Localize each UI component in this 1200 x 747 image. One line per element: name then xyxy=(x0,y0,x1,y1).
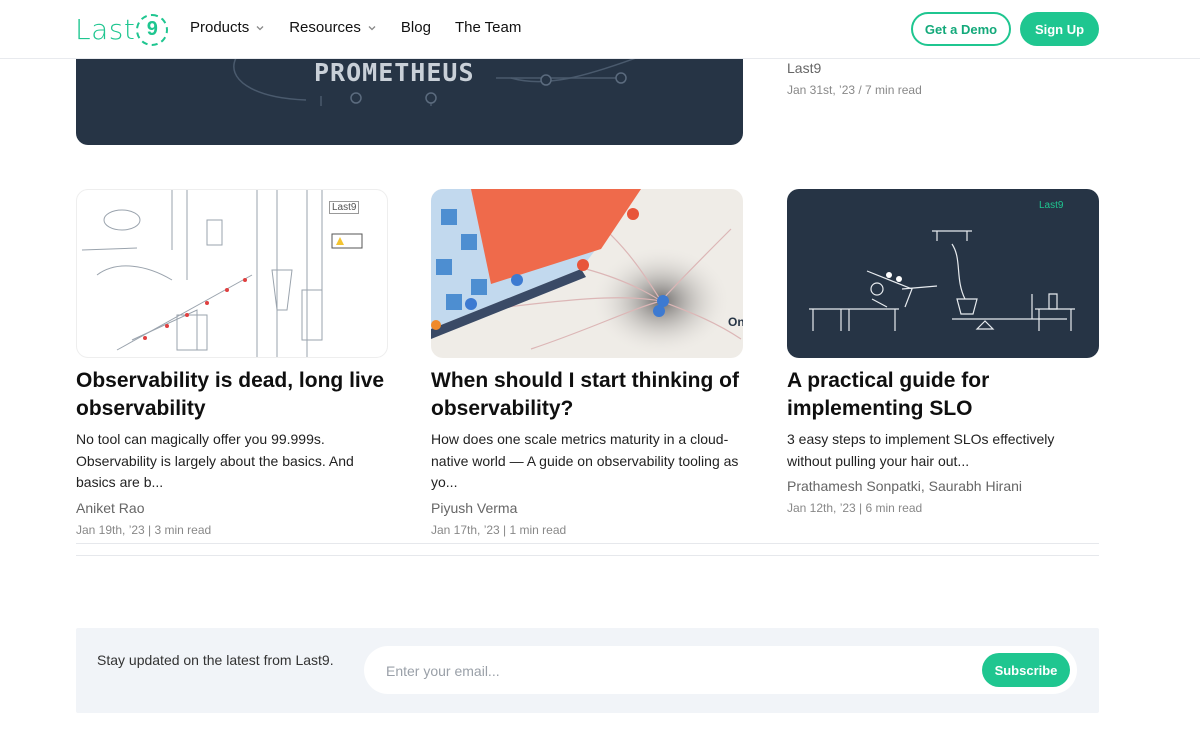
image-badge: Last9 xyxy=(329,201,360,214)
nav-label: The Team xyxy=(454,19,522,36)
post-meta: Jan 31st, ’23 / 7 min read xyxy=(787,83,922,97)
post-excerpt: How does one scale metrics maturity in a… xyxy=(431,431,739,490)
post-image[interactable]: Last9 xyxy=(76,189,388,358)
post-excerpt: 3 easy steps to implement SLOs effective… xyxy=(787,431,1055,469)
post-author[interactable]: Piyush Verma xyxy=(431,500,743,516)
logo-digit: 9 xyxy=(136,13,169,46)
top-post-image[interactable]: PROMETHEUS xyxy=(76,58,743,145)
nav-item-blog[interactable]: Blog xyxy=(401,19,431,36)
newsletter-text: Stay updated on the latest from Last9. xyxy=(97,652,334,668)
post-card[interactable]: On When should I start thinking of obser… xyxy=(431,189,743,537)
nav-label: Products xyxy=(190,19,250,36)
post-image[interactable]: On xyxy=(431,189,743,358)
post-title[interactable]: Observability is dead, long live observa… xyxy=(76,367,388,423)
email-field-wrapper: Subscribe xyxy=(364,646,1077,694)
site-header: Last 9 Products Resources Blog The Team … xyxy=(0,0,1200,59)
nav-item-resources[interactable]: Resources xyxy=(289,19,377,36)
blackhole-illustration xyxy=(431,189,742,356)
image-badge: On xyxy=(728,315,743,329)
chevron-down-icon xyxy=(368,25,376,30)
post-meta: Jan 12th, ’23 | 6 min read xyxy=(787,501,923,515)
image-caption: PROMETHEUS xyxy=(314,58,475,87)
nav-label: Blog xyxy=(400,19,431,36)
post-author[interactable]: Aniket Rao xyxy=(76,500,388,516)
section-divider xyxy=(76,543,1099,544)
post-meta: Jan 17th, ’23 | 1 min read xyxy=(431,522,567,537)
site-logo[interactable]: Last 9 xyxy=(75,13,169,46)
post-card[interactable]: Last9 A practical guide for implementing… xyxy=(787,189,1099,515)
get-a-demo-button[interactable]: Get a Demo xyxy=(911,12,1011,46)
post-excerpt: No tool can magically offer you 99.999s.… xyxy=(76,431,354,490)
nav-item-products[interactable]: Products xyxy=(190,19,265,36)
post-author[interactable]: Prathamesh Sonpatki, Saurabh Hirani xyxy=(787,478,1099,494)
main-nav: Products Resources Blog The Team xyxy=(190,19,545,36)
rube-goldberg-illustration xyxy=(81,190,363,357)
nav-label: Resources xyxy=(289,19,361,36)
chevron-down-icon xyxy=(256,25,264,30)
post-card[interactable]: Last9 Observability is dead, long live o… xyxy=(76,189,388,537)
email-field[interactable] xyxy=(384,658,948,684)
subscribe-button[interactable]: Subscribe xyxy=(982,653,1070,687)
newsletter-section: Stay updated on the latest from Last9. S… xyxy=(76,628,1099,713)
logo-text: Last xyxy=(75,13,136,46)
post-title[interactable]: A practical guide for implementing SLO xyxy=(787,367,1099,423)
post-title[interactable]: When should I start thinking of observab… xyxy=(431,367,743,423)
sign-up-button[interactable]: Sign Up xyxy=(1020,12,1099,46)
nav-item-the-team[interactable]: The Team xyxy=(455,19,521,36)
post-author[interactable]: Last9 xyxy=(787,60,821,76)
slo-machine-illustration xyxy=(809,230,1075,331)
post-meta: Jan 19th, ’23 | 3 min read xyxy=(76,522,212,537)
post-image[interactable]: Last9 xyxy=(787,189,1099,358)
section-divider xyxy=(76,555,1099,556)
image-badge: Last9 xyxy=(1039,200,1064,211)
